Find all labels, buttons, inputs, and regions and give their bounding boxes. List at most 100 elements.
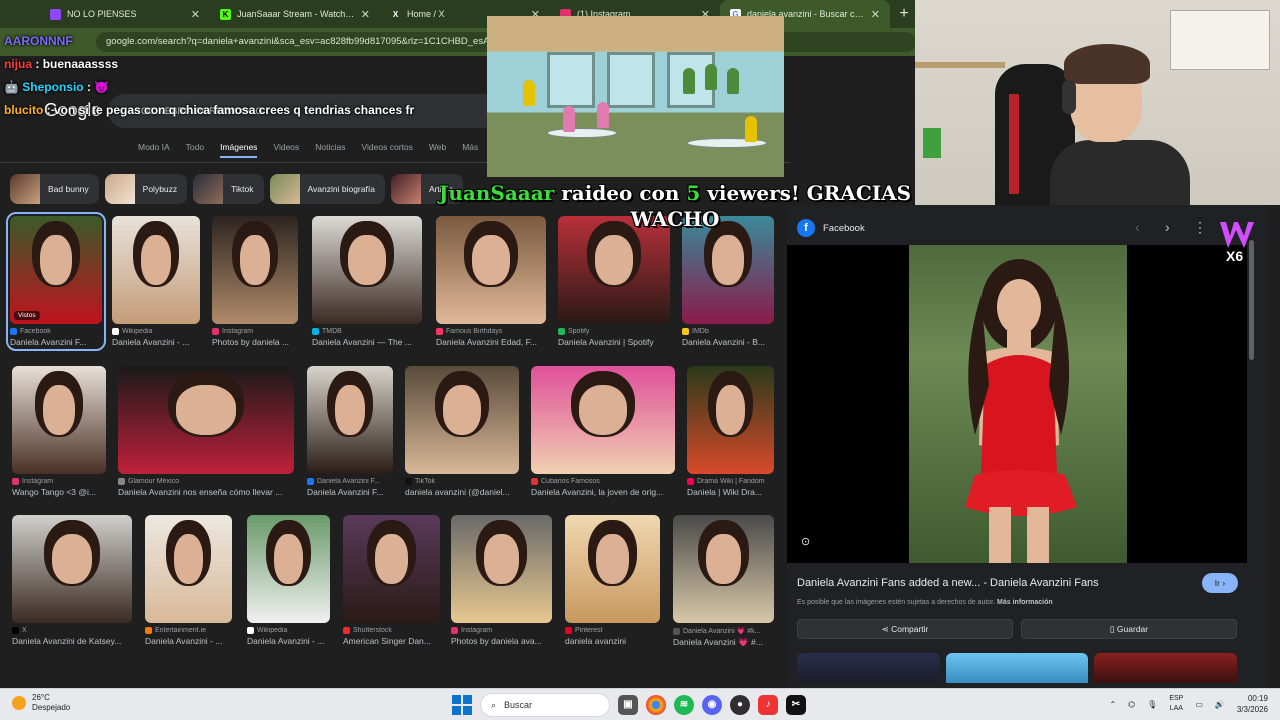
tab-todo[interactable]: Todo: [186, 142, 204, 158]
volume-icon[interactable]: 🔊: [1215, 700, 1225, 709]
tab-mas[interactable]: Más: [462, 142, 478, 158]
chevron-up-icon[interactable]: ⌃: [1109, 700, 1116, 709]
image-result[interactable]: Spotify Daniela Avanzini | Spotify: [558, 216, 670, 347]
image-result[interactable]: Instagram Photos by daniela ava...: [451, 515, 552, 646]
result-source[interactable]: X: [12, 627, 132, 634]
browser-tab[interactable]: NO LO PIENSES ✕: [40, 0, 210, 28]
result-title[interactable]: Daniela Avanzini | Spotify: [558, 337, 670, 347]
result-title[interactable]: Photos by daniela ava...: [451, 636, 552, 646]
result-source[interactable]: Instagram: [12, 478, 106, 485]
image-result[interactable]: TMDB Daniela Avanzini — The ...: [312, 216, 422, 347]
chip[interactable]: Polybuzz: [104, 174, 188, 204]
chip[interactable]: Tiktok: [193, 174, 264, 204]
result-source[interactable]: Famous Birthdays: [436, 328, 546, 335]
result-source[interactable]: Entertainment.ie: [145, 627, 232, 634]
tab-videos[interactable]: Videos: [273, 142, 299, 158]
image-result[interactable]: Instagram Wango Tango <3 @i...: [12, 366, 106, 497]
result-source[interactable]: Daniela Avanzini F...: [307, 478, 393, 485]
result-source[interactable]: Shutterstock: [343, 627, 440, 634]
result-thumbnail[interactable]: [343, 515, 440, 623]
result-title[interactable]: daniela avanzini: [565, 636, 660, 646]
result-source[interactable]: Daniela Avanzini 💗 #k...: [673, 627, 774, 635]
taskbar-search[interactable]: ⌕ Buscar: [480, 693, 610, 717]
windows-start-icon[interactable]: [452, 695, 472, 715]
result-thumbnail[interactable]: Vistos: [10, 216, 102, 324]
result-thumbnail[interactable]: [682, 216, 774, 324]
result-thumbnail[interactable]: [405, 366, 519, 474]
result-title[interactable]: Daniela Avanzini F...: [307, 487, 393, 497]
result-thumbnail[interactable]: [673, 515, 774, 623]
image-result[interactable]: TikTok daniela avanzini (@daniel...: [405, 366, 519, 497]
visit-button[interactable]: Ir ›: [1202, 573, 1238, 593]
clock[interactable]: 00:19 3/3/2026: [1237, 693, 1268, 715]
result-title[interactable]: Daniela Avanzini de Katsey...: [12, 636, 132, 646]
image-result[interactable]: Wikipedia Daniela Avanzini - ...: [112, 216, 200, 347]
result-thumbnail[interactable]: [12, 515, 132, 623]
task-view-icon[interactable]: ▣: [618, 695, 638, 715]
microphone-icon[interactable]: 🎙: [1147, 700, 1157, 709]
chip[interactable]: Avanzini biografía: [269, 174, 385, 204]
result-thumbnail[interactable]: [531, 366, 675, 474]
result-thumbnail[interactable]: [312, 216, 422, 324]
result-thumbnail[interactable]: [118, 366, 294, 474]
chip[interactable]: Bad bunny: [10, 174, 99, 204]
result-source[interactable]: Facebook: [10, 328, 102, 335]
chevron-left-icon[interactable]: ‹: [1135, 219, 1140, 235]
result-source[interactable]: TikTok: [405, 478, 519, 485]
result-title[interactable]: Photos by daniela ...: [212, 337, 298, 347]
more-options-icon[interactable]: ⋮: [1193, 219, 1207, 236]
tiktok-icon[interactable]: ♪: [758, 695, 778, 715]
result-thumbnail[interactable]: [687, 366, 774, 474]
preview-source[interactable]: f Facebook: [797, 219, 865, 237]
result-title[interactable]: Daniela Avanzini - ...: [145, 636, 232, 646]
spotify-icon[interactable]: ≋: [674, 695, 694, 715]
chrome-icon[interactable]: [646, 695, 666, 715]
weather-widget[interactable]: 26°C Despejado: [12, 693, 70, 713]
tab-web[interactable]: Web: [429, 142, 446, 158]
image-result[interactable]: Vistos Facebook Daniela Avanzini F...: [6, 212, 106, 351]
obs-icon[interactable]: ●: [730, 695, 750, 715]
result-title[interactable]: Daniela Avanzini - ...: [247, 636, 330, 646]
result-thumbnail[interactable]: [112, 216, 200, 324]
capcut-icon[interactable]: ✂: [786, 695, 806, 715]
result-thumbnail[interactable]: [436, 216, 546, 324]
image-result[interactable]: Daniela Avanzini 💗 #k... Daniela Avanzini…: [673, 515, 774, 648]
image-result[interactable]: Famous Birthdays Daniela Avanzini Edad, F…: [436, 216, 546, 347]
close-tab-icon[interactable]: ✕: [191, 8, 200, 21]
tab-videos-cortos[interactable]: Videos cortos: [362, 142, 413, 158]
result-source[interactable]: Wikipedia: [247, 627, 330, 634]
image-result[interactable]: Entertainment.ie Daniela Avanzini - ...: [145, 515, 232, 646]
result-title[interactable]: Daniela Avanzini F...: [10, 337, 102, 347]
share-button[interactable]: ⋖ Compartir: [797, 619, 1013, 639]
image-result[interactable]: Pinterest daniela avanzini: [565, 515, 660, 646]
tab-imagenes[interactable]: Imágenes: [220, 142, 258, 158]
image-result[interactable]: Wikipedia Daniela Avanzini - ...: [247, 515, 330, 646]
image-result[interactable]: Drama Wiki | Fandom Daniela | Wiki Dra...: [687, 366, 774, 497]
browser-tab[interactable]: K JuanSaaar Stream - Watch Live ✕: [210, 0, 380, 28]
related-thumbnail[interactable]: [797, 653, 940, 683]
result-title[interactable]: American Singer Dan...: [343, 636, 440, 646]
scrollbar[interactable]: [1249, 210, 1254, 670]
result-title[interactable]: Daniela Avanzini — The ...: [312, 337, 422, 347]
related-thumbnail[interactable]: [1094, 653, 1238, 683]
result-thumbnail[interactable]: [145, 515, 232, 623]
preview-image[interactable]: [787, 245, 1247, 563]
result-thumbnail[interactable]: [247, 515, 330, 623]
result-title[interactable]: Daniela Avanzini 💗 #...: [673, 637, 774, 648]
result-thumbnail[interactable]: [565, 515, 660, 623]
result-title[interactable]: Daniela Avanzini nos enseña cómo llevar …: [118, 487, 294, 497]
result-title[interactable]: daniela avanzini (@daniel...: [405, 487, 519, 497]
result-thumbnail[interactable]: [212, 216, 298, 324]
result-source[interactable]: IMDb: [682, 328, 774, 335]
result-title[interactable]: Daniela Avanzini - ...: [112, 337, 200, 347]
result-title[interactable]: Daniela | Wiki Dra...: [687, 487, 774, 497]
result-title[interactable]: Wango Tango <3 @i...: [12, 487, 106, 497]
result-source[interactable]: Drama Wiki | Fandom: [687, 478, 774, 485]
language-indicator[interactable]: ESP LAA: [1169, 694, 1183, 714]
result-thumbnail[interactable]: [307, 366, 393, 474]
image-result[interactable]: X Daniela Avanzini de Katsey...: [12, 515, 132, 646]
result-title[interactable]: Daniela Avanzini Edad, F...: [436, 337, 546, 347]
chevron-right-icon[interactable]: ›: [1165, 219, 1170, 235]
result-title[interactable]: Daniela Avanzini - B...: [682, 337, 774, 347]
image-result[interactable]: Instagram Photos by daniela ...: [212, 216, 298, 347]
